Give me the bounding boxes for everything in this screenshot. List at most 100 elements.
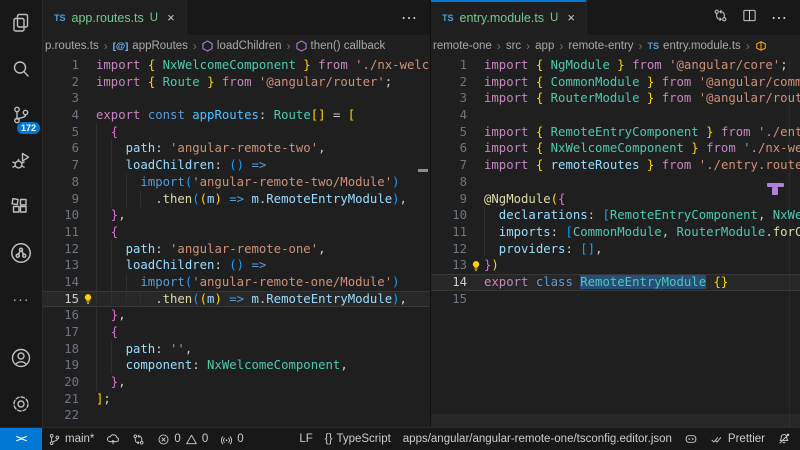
breadcrumb-item[interactable]: remote-one xyxy=(433,40,492,52)
line-number: 8 xyxy=(43,174,79,191)
breadcrumb-item[interactable]: loadChildren xyxy=(202,40,282,52)
code-line[interactable]: 10declarations: [RemoteEntryComponent, N… xyxy=(431,207,800,224)
breadcrumb-item[interactable]: TSentry.module.ts xyxy=(648,40,741,52)
code-line[interactable]: 8import('angular-remote-two/Module') xyxy=(43,174,430,191)
explorer-icon[interactable] xyxy=(0,0,42,46)
breadcrumb-item[interactable] xyxy=(755,40,767,52)
code-line[interactable]: 19component: NxWelcomeComponent, xyxy=(43,357,430,374)
code-line[interactable]: 4 xyxy=(431,107,800,124)
notifications-item[interactable] xyxy=(771,428,800,450)
tsconfig-item[interactable]: apps/angular/angular-remote-one/tsconfig… xyxy=(397,428,678,450)
code-line[interactable]: 6path: 'angular-remote-two', xyxy=(43,140,430,157)
split-editor-icon[interactable] xyxy=(742,8,757,28)
open-changes-icon[interactable] xyxy=(713,8,728,28)
glyph-margin xyxy=(79,74,96,91)
code-line[interactable]: 7import { remoteRoutes } from './entry.r… xyxy=(431,157,800,174)
code-line[interactable]: 3 xyxy=(43,90,430,107)
breadcrumb-item[interactable]: [@]appRoutes xyxy=(113,40,188,52)
compare-changes-item[interactable] xyxy=(126,428,151,450)
code-line[interactable]: 8 xyxy=(431,174,800,191)
more-actions-icon[interactable]: ⋯ xyxy=(771,8,787,28)
breadcrumb-label: loadChildren xyxy=(217,40,282,52)
code-line[interactable]: 16}, xyxy=(43,307,430,324)
copilot-item[interactable] xyxy=(678,428,704,450)
code-line[interactable]: 2import { CommonModule } from '@angular/… xyxy=(431,74,800,91)
eol-item[interactable]: LF xyxy=(293,428,318,450)
formatter-item[interactable]: Prettier xyxy=(704,428,771,450)
code-line[interactable]: 17{ xyxy=(43,324,430,341)
code-line[interactable]: 15.then((m) => m.RemoteEntryModule), xyxy=(43,291,430,308)
run-and-debug-icon[interactable] xyxy=(0,138,42,184)
breadcrumb-item[interactable]: then() callback xyxy=(296,40,386,52)
code-line[interactable]: 1import { NxWelcomeComponent } from './n… xyxy=(43,57,430,74)
code-editor-right[interactable]: 1import { NgModule } from '@angular/core… xyxy=(431,57,800,427)
problems-item[interactable]: 0 0 xyxy=(151,428,214,450)
code-line[interactable]: 12path: 'angular-remote-one', xyxy=(43,241,430,258)
close-icon[interactable]: × xyxy=(567,10,575,25)
horizontal-scrollbar[interactable] xyxy=(431,414,800,427)
code-line[interactable]: 18path: '', xyxy=(43,341,430,358)
search-icon[interactable] xyxy=(0,46,42,92)
code-text: loadChildren: () => xyxy=(96,157,430,174)
tab-app-routes[interactable]: TS app.routes.ts U × xyxy=(43,0,187,35)
tab-entry-module[interactable]: TS entry.module.ts U × xyxy=(431,0,587,35)
code-line[interactable]: 5import { RemoteEntryComponent } from '.… xyxy=(431,124,800,141)
code-line[interactable]: 9@NgModule({ xyxy=(431,191,800,208)
code-text: }, xyxy=(96,374,430,391)
breadcrumb-item[interactable]: app xyxy=(535,40,554,52)
overview-ruler[interactable] xyxy=(789,57,800,427)
publish-changes-item[interactable] xyxy=(100,428,126,450)
code-line[interactable]: 13loadChildren: () => xyxy=(43,257,430,274)
code-line[interactable]: 3import { RouterModule } from '@angular/… xyxy=(431,90,800,107)
code-line[interactable]: 4export const appRoutes: Route[] = [ xyxy=(43,107,430,124)
code-line[interactable]: 21]; xyxy=(43,391,430,408)
glyph-margin xyxy=(467,107,484,124)
code-line[interactable]: 20}, xyxy=(43,374,430,391)
more-actions-icon[interactable]: ⋯ xyxy=(401,8,417,28)
additional-views-icon[interactable]: ··· xyxy=(0,276,42,322)
tab-bar-right: TS entry.module.ts U × ⋯ xyxy=(431,0,800,35)
breadcrumb-item[interactable]: p.routes.ts xyxy=(45,40,99,52)
code-line[interactable]: 2import { Route } from '@angular/router'… xyxy=(43,74,430,91)
line-number: 20 xyxy=(43,374,79,391)
extensions-icon[interactable] xyxy=(0,184,42,230)
breadcrumb[interactable]: remote-one›src›app›remote-entry›TSentry.… xyxy=(431,35,800,57)
close-icon[interactable]: × xyxy=(167,10,175,25)
typescript-file-icon: TS xyxy=(54,13,66,23)
code-editor-left[interactable]: 1import { NxWelcomeComponent } from './n… xyxy=(43,57,430,427)
lightbulb-icon[interactable] xyxy=(470,259,482,273)
ports-item[interactable]: 0 xyxy=(214,428,249,450)
remote-indicator[interactable]: >< xyxy=(0,428,42,450)
source-control-icon[interactable]: 172 xyxy=(0,92,42,138)
code-text: import('angular-remote-one/Module') xyxy=(96,274,430,291)
accounts-icon[interactable] xyxy=(0,335,42,381)
code-line[interactable]: 1import { NgModule } from '@angular/core… xyxy=(431,57,800,74)
code-line[interactable]: 11{ xyxy=(43,224,430,241)
code-text: ]; xyxy=(96,391,430,408)
code-line[interactable]: 5{ xyxy=(43,124,430,141)
code-line[interactable]: 11imports: [CommonModule, RouterModule.f… xyxy=(431,224,800,241)
settings-gear-icon[interactable] xyxy=(0,381,42,427)
code-line[interactable]: 7loadChildren: () => xyxy=(43,157,430,174)
breadcrumb-item[interactable]: src xyxy=(506,40,521,52)
nx-console-icon[interactable] xyxy=(0,230,42,276)
breadcrumb[interactable]: p.routes.ts›[@]appRoutes›loadChildren›th… xyxy=(43,35,430,57)
typescript-file-icon: TS xyxy=(648,41,660,51)
lightbulb-icon[interactable] xyxy=(82,292,94,306)
line-number: 2 xyxy=(43,74,79,91)
code-line[interactable]: 10}, xyxy=(43,207,430,224)
language-mode-item[interactable]: {} TypeScript xyxy=(319,428,397,450)
code-line[interactable]: 9.then((m) => m.RemoteEntryModule), xyxy=(43,191,430,208)
code-text: .then((m) => m.RemoteEntryModule), xyxy=(96,291,430,308)
code-line[interactable]: 6import { NxWelcomeComponent } from './n… xyxy=(431,140,800,157)
code-line[interactable]: 15 xyxy=(431,291,800,308)
code-line[interactable]: 22 xyxy=(43,407,430,424)
code-line[interactable]: 14import('angular-remote-one/Module') xyxy=(43,274,430,291)
git-branch-item[interactable]: main* xyxy=(42,428,100,450)
line-number: 15 xyxy=(431,291,467,308)
code-line[interactable]: 12providers: [], xyxy=(431,241,800,258)
code-text: path: 'angular-remote-two', xyxy=(96,140,430,157)
breadcrumb-item[interactable]: remote-entry xyxy=(568,40,633,52)
code-line[interactable]: 13}) xyxy=(431,257,800,274)
code-line[interactable]: 14export class RemoteEntryModule {} xyxy=(431,274,800,291)
